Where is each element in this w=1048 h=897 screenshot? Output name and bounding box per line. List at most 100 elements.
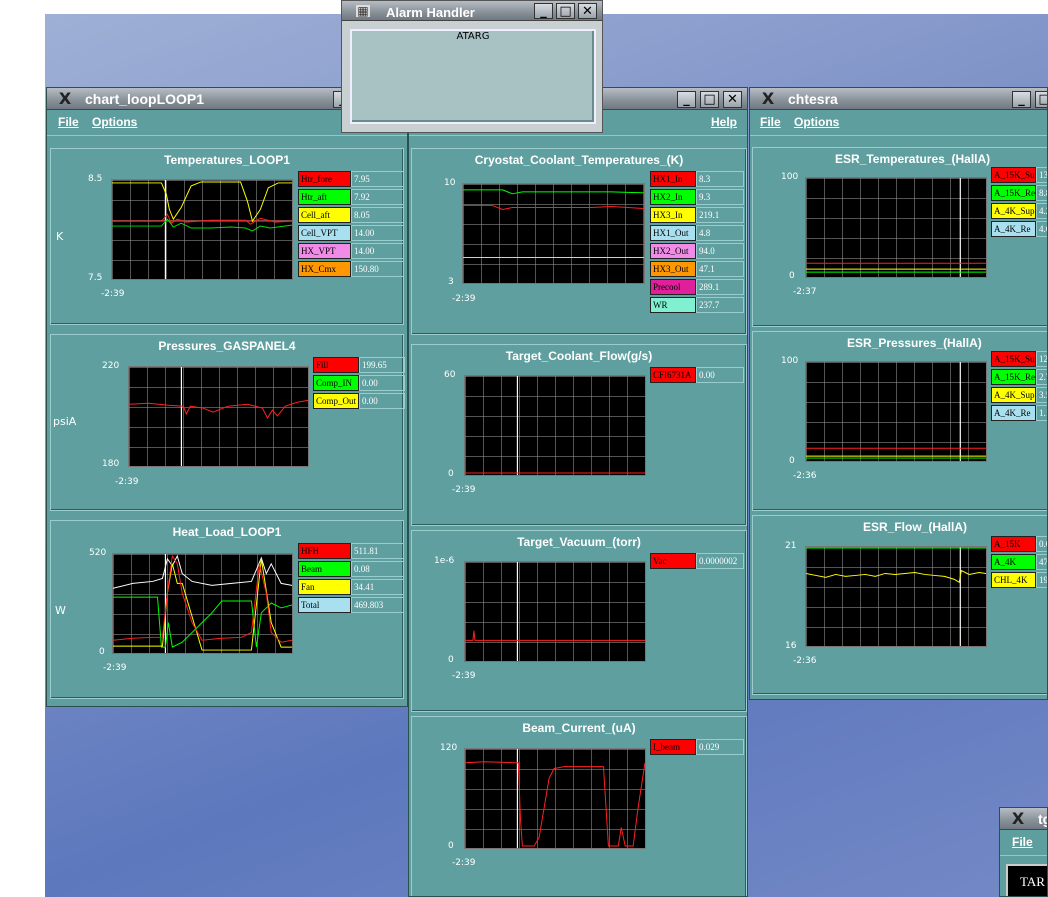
minimize-button[interactable]: _	[1012, 91, 1031, 108]
legend-name: Cell_VPT	[298, 225, 351, 241]
legend-name: Fill	[313, 357, 359, 373]
panel-title: Cryostat_Coolant_Temperatures_(K)	[474, 153, 684, 167]
window-menu-icon[interactable]: X	[758, 90, 778, 107]
y-max-label: 21	[785, 541, 797, 551]
window-menu-icon[interactable]: X	[1008, 810, 1028, 827]
panel-title: Heat_Load_LOOP1	[172, 525, 282, 539]
tg-label: TAR	[1020, 874, 1045, 889]
esr-flow-plot[interactable]	[805, 546, 987, 647]
maximize-button[interactable]: □	[700, 91, 719, 108]
esr-pressures-plot[interactable]	[805, 361, 987, 462]
legend-name: Htr_fore	[298, 171, 351, 187]
heat-load-plot[interactable]	[112, 553, 293, 654]
legend-name: HX2_In	[650, 189, 696, 205]
legend-value: 14.00	[351, 225, 404, 241]
time-label: -2:36	[793, 471, 817, 481]
legend-value: 4.2	[1036, 203, 1047, 219]
panel-title: ESR_Temperatures_(HallA)	[835, 152, 991, 166]
panel-title: Beam_Current_(uA)	[522, 721, 636, 735]
y-max-label: 100	[781, 172, 799, 182]
window-title: tg	[1038, 811, 1047, 827]
legend-name: Beam	[298, 561, 351, 577]
legend-value: 199.65	[359, 357, 405, 373]
legend-value: 7.95	[351, 171, 404, 187]
legend-name: Fan	[298, 579, 351, 595]
tg-window: Xtg File TAR	[999, 807, 1048, 897]
legend-value: 7.92	[351, 189, 404, 205]
alarm-group-button[interactable]: ATARG	[350, 29, 596, 124]
menu-help[interactable]: Help	[711, 115, 737, 129]
legend-name: Precool	[650, 279, 696, 295]
y-max-label: 10	[444, 178, 456, 188]
legend-name: HX2_Out	[650, 243, 696, 259]
esr-temperatures-plot[interactable]	[805, 177, 987, 278]
title-bar[interactable]: ▦ Alarm Handler _ □ ✕	[342, 1, 602, 21]
legend-name: A_4K_Sup	[991, 387, 1036, 403]
time-label: -2:39	[452, 294, 476, 304]
vacuum-plot[interactable]	[464, 561, 646, 662]
close-button[interactable]: ✕	[723, 91, 742, 108]
legend-name: HX_VPT	[298, 243, 351, 259]
y-min-label: 7.5	[88, 273, 103, 283]
alarm-group-label: ATARG	[456, 31, 490, 42]
legend-value: 1.1	[1036, 405, 1047, 421]
legend-value: 0.00	[696, 367, 744, 383]
legend-name: A_15K	[991, 536, 1036, 552]
temperatures-plot[interactable]	[111, 179, 293, 280]
esr-pressures-panel: ESR_Pressures_(HallA) 100 0 -2:36 A_15K_…	[752, 331, 1047, 511]
title-bar[interactable]: Xchtesra _ □	[750, 88, 1047, 110]
y-min-label: 0	[789, 456, 795, 466]
legend-name: HFH	[298, 543, 351, 559]
legend-value: 0.00	[359, 393, 405, 409]
legend-value: 289.1	[696, 279, 744, 295]
y-min-label: 0	[99, 647, 105, 657]
menu-file[interactable]: File	[760, 115, 781, 129]
coolant-flow-plot[interactable]	[464, 375, 646, 476]
legend-value: 8.05	[351, 207, 404, 223]
legend-name: HX3_In	[650, 207, 696, 223]
y-min-label: 0	[789, 271, 795, 281]
menu-options[interactable]: Options	[794, 115, 839, 129]
coolant-window: _ □ ✕ Help Cryostat_Coolant_Temperatures…	[408, 87, 748, 897]
legend-value: 4.6	[1036, 221, 1047, 237]
time-label: -2:39	[452, 485, 476, 495]
esr-flow-panel: ESR_Flow_(HallA) 21 16 -2:36 A_15K0.0 A_…	[752, 515, 1047, 695]
legend-value: 0.029	[696, 739, 744, 755]
legend-value: 12	[1036, 351, 1047, 367]
beam-current-plot[interactable]	[464, 748, 646, 849]
cryostat-temps-plot[interactable]	[462, 183, 645, 284]
panel-title: Temperatures_LOOP1	[164, 153, 290, 167]
menu-options[interactable]: Options	[92, 115, 137, 129]
window-menu-icon[interactable]: X	[55, 90, 75, 107]
pressures-plot[interactable]	[128, 366, 309, 467]
y-min-label: 3	[448, 277, 454, 287]
menu-file[interactable]: File	[1012, 835, 1033, 849]
maximize-button[interactable]: □	[1035, 91, 1047, 108]
y-max-label: 60	[444, 370, 456, 380]
y-min-label: 180	[102, 459, 120, 469]
legend-name: A_15K_Su	[991, 167, 1036, 183]
legend-name: HX1_Out	[650, 225, 696, 241]
legend-value: 3.5	[1036, 387, 1047, 403]
menu-bar: File	[1000, 830, 1047, 856]
legend-value: 219.1	[696, 207, 744, 223]
legend-name: I_beam	[650, 739, 696, 755]
maximize-button[interactable]: □	[556, 3, 575, 19]
legend-name: Comp_Out	[313, 393, 359, 409]
title-bar[interactable]: Xtg	[1000, 808, 1047, 830]
minimize-button[interactable]: _	[677, 91, 696, 108]
legend-name: Htr_aft	[298, 189, 351, 205]
legend-value: 0.0000002	[696, 553, 744, 569]
chart-loop-window: Xchart_loopLOOP1 _ File Options Temperat…	[46, 87, 408, 707]
menu-file[interactable]: File	[58, 115, 79, 129]
minimize-button[interactable]: _	[534, 3, 553, 19]
close-button[interactable]: ✕	[578, 3, 597, 19]
time-label: -2:39	[103, 663, 127, 673]
y-max-label: 1e-6	[434, 556, 455, 566]
y-max-label: 520	[89, 548, 107, 558]
time-label: -2:36	[793, 656, 817, 666]
time-label: -2:39	[115, 477, 139, 487]
legend-name: HX3_Out	[650, 261, 696, 277]
pressures-panel: Pressures_GASPANEL4 psiA 220 180 -2:39 F…	[50, 334, 405, 511]
y-max-label: 8.5	[88, 174, 103, 184]
